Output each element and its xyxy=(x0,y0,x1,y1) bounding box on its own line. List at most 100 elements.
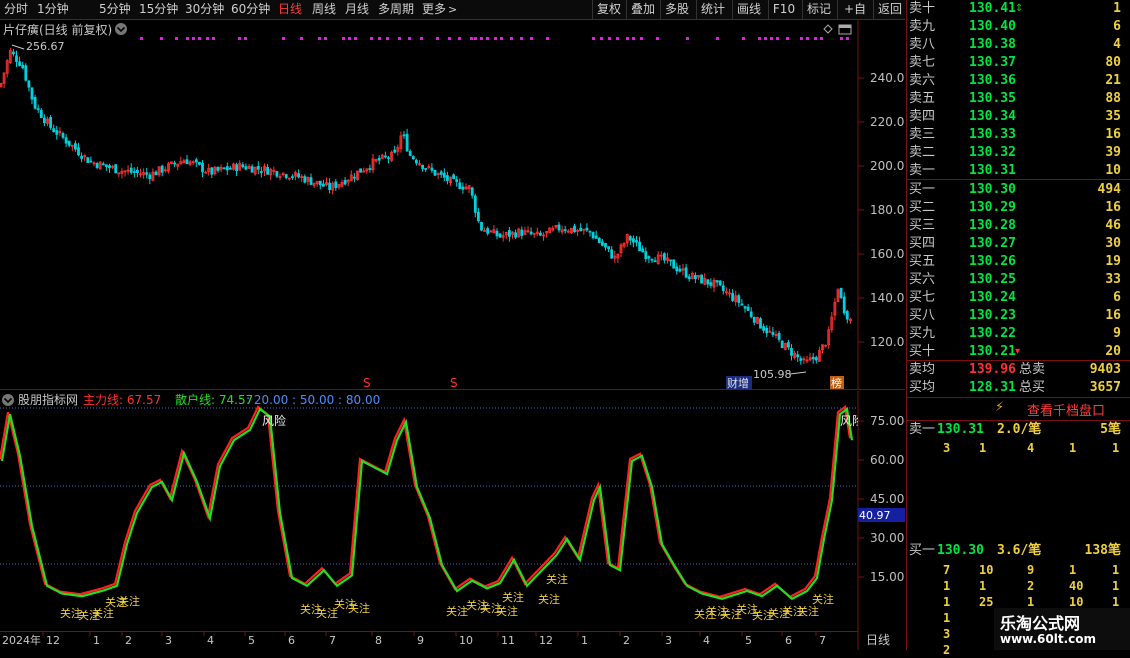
signal-dot xyxy=(324,37,327,40)
overlay-button[interactable]: 叠加 xyxy=(626,0,659,19)
view-depth-button[interactable]: ⚡ 查看千档盘口 xyxy=(907,398,1130,420)
candlestick-body xyxy=(11,51,15,55)
ask-row[interactable]: 卖五 130.35 88 xyxy=(907,90,1130,108)
candlestick-body xyxy=(303,176,307,183)
candlestick-body xyxy=(628,236,632,241)
bid-row[interactable]: 买七 130.24 6 xyxy=(907,289,1130,307)
sell-signal-marker[interactable]: S xyxy=(450,376,458,390)
ask-row[interactable]: 卖十 130.41 1 ⇕ xyxy=(907,0,1130,18)
signal-dot xyxy=(140,37,143,40)
queue-volume: 3 xyxy=(943,441,951,455)
candlestick-body xyxy=(108,165,111,169)
bid-row[interactable]: 买一 130.30 494 xyxy=(907,181,1130,199)
tab-weekly[interactable]: 周线 xyxy=(312,1,336,18)
indicator-axis-tick: 45.00 xyxy=(870,492,904,506)
candlestick-body xyxy=(135,169,139,173)
adjust-button[interactable]: 复权 xyxy=(592,0,625,19)
tab-5min[interactable]: 5分钟 xyxy=(99,1,131,18)
candlestick-body xyxy=(476,211,480,222)
tab-30min[interactable]: 30分钟 xyxy=(185,1,224,18)
month-tick: 5 xyxy=(248,634,255,647)
multi-stock-button[interactable]: 多股 xyxy=(660,0,693,19)
candlestick-body xyxy=(480,222,483,231)
ask-row[interactable]: 卖九 130.40 6 xyxy=(907,18,1130,36)
candlestick-body xyxy=(89,160,93,163)
candlestick-body xyxy=(458,182,462,189)
bid-row[interactable]: 买六 130.25 33 xyxy=(907,271,1130,289)
candlestick-body xyxy=(721,285,725,291)
candlestick-body xyxy=(185,159,189,165)
collapse-icon[interactable] xyxy=(115,23,127,35)
candlestick-body xyxy=(588,230,592,233)
signal-dot xyxy=(160,37,163,40)
tab-60min[interactable]: 60分钟 xyxy=(231,1,270,18)
back-button[interactable]: 返回 xyxy=(873,0,906,19)
signal-dot xyxy=(510,37,513,40)
candlestick-body xyxy=(368,168,372,170)
signal-dot xyxy=(656,37,659,40)
draw-button[interactable]: 画线 xyxy=(732,0,765,19)
candlestick-body xyxy=(737,295,741,303)
candlestick-body xyxy=(377,157,381,161)
add-watchlist-button[interactable]: +自选 xyxy=(837,0,872,35)
finance-marker[interactable]: 财增 xyxy=(727,376,749,390)
updown-icon: ⇕ xyxy=(1015,3,1024,14)
candlestick-body xyxy=(154,171,158,176)
candlestick-body xyxy=(275,171,279,177)
price-axis-tick: 140.00 xyxy=(870,291,905,305)
tab-more[interactable]: 更多 > xyxy=(422,1,457,18)
bid-row[interactable]: 买九 130.22 9 xyxy=(907,325,1130,343)
signal-dot xyxy=(840,37,843,40)
ask-row[interactable]: 卖四 130.34 35 xyxy=(907,108,1130,126)
bid-row[interactable]: 买三 130.28 46 xyxy=(907,217,1130,235)
candlestick-body xyxy=(105,164,108,168)
chart-title: 片仔癀(日线 前复权) xyxy=(3,22,112,37)
candlestick-body xyxy=(445,175,449,181)
tab-multi-period[interactable]: 多周期 xyxy=(378,1,414,18)
candlestick-body xyxy=(86,157,90,163)
price-axis-tick: 240.00 xyxy=(870,71,905,85)
queue-volume: 25 xyxy=(979,595,994,609)
ask-row[interactable]: 卖八 130.38 4 xyxy=(907,36,1130,54)
tab-daily[interactable]: 日线 xyxy=(278,1,302,18)
candlestick-body xyxy=(743,306,747,309)
candlestick-body xyxy=(210,167,214,175)
ask-row[interactable]: 卖七 130.37 80 xyxy=(907,54,1130,72)
stats-button[interactable]: 统计 xyxy=(696,0,729,19)
queue-volume: 2 xyxy=(1027,579,1035,593)
bid-row[interactable]: 买五 130.26 19 xyxy=(907,253,1130,271)
signal-dot xyxy=(480,37,483,40)
tab-intraday[interactable]: 分时 xyxy=(4,1,28,18)
collapse-icon[interactable] xyxy=(2,394,14,406)
tab-1min[interactable]: 1分钟 xyxy=(37,1,69,18)
bid-row[interactable]: 买十 130.21 20 ▾ xyxy=(907,343,1130,361)
candlestick-body xyxy=(95,163,99,168)
tab-15min[interactable]: 15分钟 xyxy=(139,1,178,18)
bid-row[interactable]: 买八 130.23 16 xyxy=(907,307,1130,325)
candlestick-body xyxy=(343,179,347,185)
tab-monthly[interactable]: 月线 xyxy=(345,1,369,18)
candlestick-body xyxy=(749,311,753,318)
price-axis-tick: 180.00 xyxy=(870,203,905,217)
f10-button[interactable]: F10 xyxy=(768,0,799,19)
ask-row[interactable]: 卖一 130.31 10 xyxy=(907,162,1130,180)
candlestick-body xyxy=(284,174,288,179)
candlestick-body xyxy=(321,183,325,187)
ask-row[interactable]: 卖六 130.36 21 xyxy=(907,72,1130,90)
candlestick-body xyxy=(21,64,25,69)
bid-row[interactable]: 买二 130.29 16 xyxy=(907,199,1130,217)
month-tick: 1 xyxy=(93,634,100,647)
ask-row[interactable]: 卖三 130.33 16 xyxy=(907,126,1130,144)
bid-row[interactable]: 买四 130.27 30 xyxy=(907,235,1130,253)
candlestick-body xyxy=(507,230,511,237)
ask-row[interactable]: 卖二 130.32 39 xyxy=(907,144,1130,162)
ranking-marker[interactable]: 榜 xyxy=(831,376,842,390)
candlestick-chart[interactable]: 片仔癀(日线 前复权) 256.67 105.98 S S 财增 榜 240.0… xyxy=(0,20,905,390)
candlestick-body xyxy=(771,332,775,335)
mark-button[interactable]: 标记 xyxy=(802,0,835,19)
sell-signal-marker[interactable]: S xyxy=(363,376,371,390)
candlestick-body xyxy=(145,172,149,175)
candlestick-body xyxy=(762,326,765,331)
indicator-chart[interactable]: 关注关注关注关注关注关注关注关注关注 关注关注关注关注关注 关注关注关注关注关注关注… xyxy=(0,391,905,631)
signal-dot xyxy=(420,37,423,40)
